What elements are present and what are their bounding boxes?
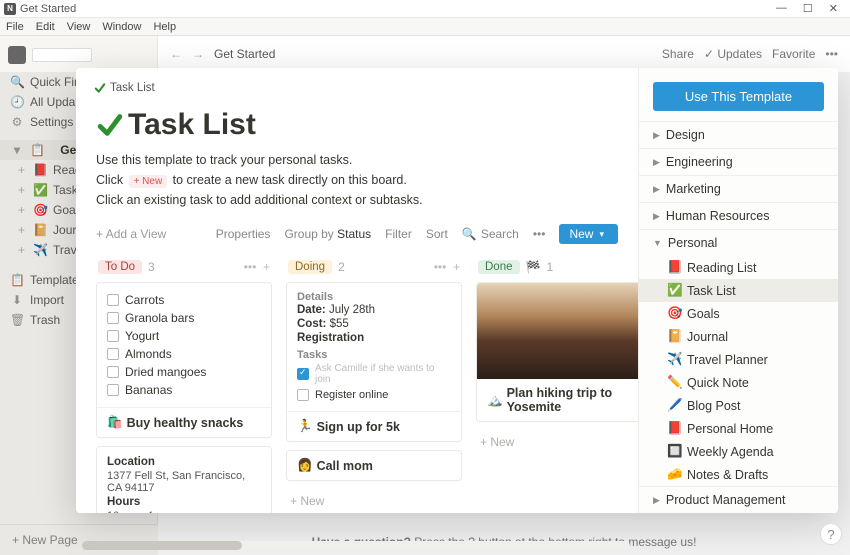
card-call-mom[interactable]: 👩Call mom [286, 450, 462, 481]
use-template-button[interactable]: Use This Template [653, 82, 824, 111]
add-card-button[interactable]: + New [476, 430, 638, 451]
status-pill-done[interactable]: Done [478, 260, 520, 274]
filter-button[interactable]: Filter [385, 227, 412, 241]
check-icon [94, 82, 106, 94]
toolbar-more-button[interactable]: ••• [533, 227, 546, 241]
triangle-icon: ▶ [653, 130, 660, 141]
workspace-avatar [8, 46, 26, 64]
nav-forward[interactable]: → [192, 47, 204, 61]
category-personal[interactable]: ▼Personal [639, 229, 838, 256]
share-button[interactable]: Share [662, 47, 694, 61]
column-count: 2 [338, 260, 345, 274]
template-item-travel-planner[interactable]: ✈️Travel Planner [639, 348, 838, 371]
database-toolbar: + Add a View Properties Group by Status … [76, 210, 638, 252]
new-button[interactable]: New [559, 224, 618, 244]
card-signup-5k[interactable]: Details Date: July 28th Cost: $55 Regist… [286, 282, 462, 442]
updates-button[interactable]: ✓ Updates [704, 47, 762, 61]
checkbox[interactable] [107, 384, 119, 396]
workspace-name [32, 48, 92, 62]
runner-icon: 🏃 [297, 419, 313, 434]
category-product-management[interactable]: ▶Product Management [639, 486, 838, 513]
menubar: File Edit View Window Help [0, 18, 850, 36]
window-titlebar: N Get Started — ☐ ✕ [0, 0, 850, 18]
checkbox[interactable] [297, 389, 309, 401]
triangle-icon: ▶ [653, 495, 660, 506]
add-card-button[interactable]: + New [286, 489, 462, 510]
menu-view[interactable]: View [67, 21, 91, 33]
nav-back[interactable]: ← [170, 47, 182, 61]
menu-window[interactable]: Window [102, 21, 141, 33]
checkbox[interactable] [107, 330, 119, 342]
board-column-done: Done 🏁 1 🏔️Plan hiking trip to Yosemite … [476, 258, 638, 499]
add-view-button[interactable]: + Add a View [96, 227, 166, 241]
board-column-doing: Doing 2 ••• + Details Date: July 28th Co… [286, 258, 462, 499]
template-item-notes-drafts[interactable]: 🧀Notes & Drafts [639, 463, 838, 486]
triangle-icon: ▶ [653, 157, 660, 168]
card-yosemite[interactable]: 🏔️Plan hiking trip to Yosemite [476, 282, 638, 422]
kanban-board: To Do 3 ••• + Carrots Granola bars Yogur… [76, 252, 638, 513]
checkbox[interactable] [107, 312, 119, 324]
page-topbar: ← → Get Started Share ✓ Updates Favorite… [158, 36, 850, 72]
column-more-button[interactable]: ••• + [244, 260, 270, 274]
favorite-button[interactable]: Favorite [772, 47, 815, 61]
template-item-personal-home[interactable]: 📕Personal Home [639, 417, 838, 440]
template-item-journal[interactable]: 📔Journal [639, 325, 838, 348]
template-sidepanel: Use This Template ▶Design ▶Engineering ▶… [638, 68, 838, 513]
column-more-button[interactable]: ••• + [434, 260, 460, 274]
scrollbar-thumb[interactable] [82, 541, 242, 550]
template-item-weekly-agenda[interactable]: 🔲Weekly Agenda [639, 440, 838, 463]
checkbox[interactable] [107, 366, 119, 378]
new-pill: + New [129, 175, 168, 188]
board-column-todo: To Do 3 ••• + Carrots Granola bars Yogur… [96, 258, 272, 499]
category-hr[interactable]: ▶Human Resources [639, 202, 838, 229]
template-item-reading-list[interactable]: 📕Reading List [639, 256, 838, 279]
triangle-icon: ▶ [653, 184, 660, 195]
minimize-button[interactable]: — [776, 2, 787, 15]
checkbox[interactable] [107, 348, 119, 360]
column-count: 1 [546, 260, 553, 274]
column-count: 3 [148, 260, 155, 274]
app-icon: N [4, 3, 16, 15]
template-item-task-list[interactable]: ✅Task List [639, 279, 838, 302]
category-marketing[interactable]: ▶Marketing [639, 175, 838, 202]
breadcrumb[interactable]: Get Started [214, 47, 275, 61]
status-pill-doing[interactable]: Doing [288, 260, 332, 274]
help-button[interactable]: ? [820, 523, 842, 545]
search-button[interactable]: 🔍Search [462, 227, 519, 241]
menu-help[interactable]: Help [153, 21, 176, 33]
triangle-icon: ▶ [653, 211, 660, 222]
card-location-info[interactable]: Location 1377 Fell St, San Francisco, CA… [96, 446, 272, 513]
modal-breadcrumb[interactable]: Task List [94, 82, 620, 94]
properties-button[interactable]: Properties [216, 227, 271, 241]
page-title: Task List [96, 108, 618, 142]
page-more-button[interactable]: ••• [825, 47, 838, 61]
template-item-blog-post[interactable]: 🖊️Blog Post [639, 394, 838, 417]
card-buy-snacks[interactable]: Carrots Granola bars Yogurt Almonds Drie… [96, 282, 272, 438]
sort-button[interactable]: Sort [426, 227, 448, 241]
person-icon: 👩 [297, 458, 313, 473]
bag-icon: 🛍️ [107, 415, 123, 430]
maximize-button[interactable]: ☐ [803, 2, 813, 15]
menu-edit[interactable]: Edit [36, 21, 55, 33]
card-cover-image [477, 283, 638, 379]
template-item-quick-note[interactable]: ✏️Quick Note [639, 371, 838, 394]
menu-file[interactable]: File [6, 21, 24, 33]
triangle-icon: ▼ [653, 238, 662, 248]
flag-icon: 🏁 [526, 260, 541, 274]
category-design[interactable]: ▶Design [639, 121, 838, 148]
groupby-button[interactable]: Group by Status [284, 227, 371, 241]
horizontal-scrollbar[interactable] [82, 541, 630, 550]
search-icon: 🔍 [462, 227, 477, 241]
window-title: Get Started [20, 3, 76, 15]
category-engineering[interactable]: ▶Engineering [639, 148, 838, 175]
close-button[interactable]: ✕ [829, 2, 838, 15]
checkbox[interactable] [107, 294, 119, 306]
template-item-goals[interactable]: 🎯Goals [639, 302, 838, 325]
template-description: Use this template to track your personal… [76, 150, 638, 210]
checkbox[interactable] [297, 368, 309, 380]
status-pill-todo[interactable]: To Do [98, 260, 142, 274]
check-icon [96, 111, 124, 139]
mountain-icon: 🏔️ [487, 393, 503, 408]
template-preview-modal: Task List Task List Use this template to… [76, 68, 838, 513]
